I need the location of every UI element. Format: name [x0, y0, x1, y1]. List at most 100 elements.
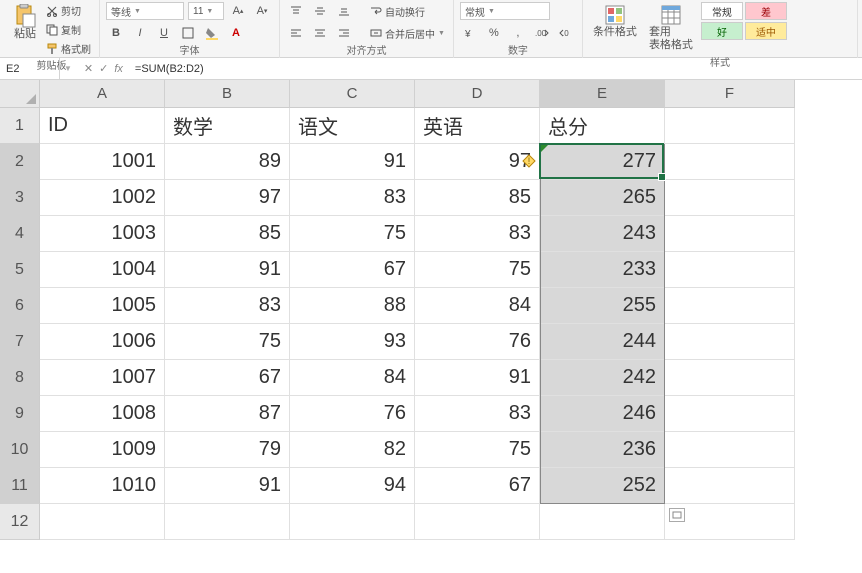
cell-E1[interactable]: 总分 [540, 108, 665, 144]
cell-D2[interactable]: 97! [415, 144, 540, 180]
column-header-D[interactable]: D [415, 80, 540, 108]
align-middle-icon[interactable] [310, 2, 330, 20]
cell-B5[interactable]: 91 [165, 252, 290, 288]
cell-F1[interactable] [665, 108, 795, 144]
font-size-combo[interactable]: 11▼ [188, 2, 224, 20]
cell-D8[interactable]: 91 [415, 360, 540, 396]
cell-C6[interactable]: 88 [290, 288, 415, 324]
cell-A11[interactable]: 1010 [40, 468, 165, 504]
underline-button[interactable]: U [154, 24, 174, 42]
cell-D6[interactable]: 84 [415, 288, 540, 324]
column-header-A[interactable]: A [40, 80, 165, 108]
formula-input[interactable]: =SUM(B2:D2) [131, 58, 862, 79]
cell-D12[interactable] [415, 504, 540, 540]
cell-style-normal[interactable]: 常规 [701, 2, 743, 20]
format-as-table-button[interactable]: 套用 表格格式 [645, 2, 697, 54]
align-center-icon[interactable] [310, 24, 330, 42]
row-header-4[interactable]: 4 [0, 216, 40, 252]
cell-F5[interactable] [665, 252, 795, 288]
column-header-E[interactable]: E [540, 80, 665, 108]
column-header-C[interactable]: C [290, 80, 415, 108]
row-header-7[interactable]: 7 [0, 324, 40, 360]
row-header-11[interactable]: 11 [0, 468, 40, 504]
cell-D9[interactable]: 83 [415, 396, 540, 432]
cell-C7[interactable]: 93 [290, 324, 415, 360]
row-header-9[interactable]: 9 [0, 396, 40, 432]
cell-E10[interactable]: 236 [540, 432, 665, 468]
cell-B7[interactable]: 75 [165, 324, 290, 360]
cell-A6[interactable]: 1005 [40, 288, 165, 324]
cell-E8[interactable]: 242 [540, 360, 665, 396]
currency-icon[interactable]: ¥ [460, 24, 480, 42]
cell-C2[interactable]: 91 [290, 144, 415, 180]
cell-C11[interactable]: 94 [290, 468, 415, 504]
cell-C9[interactable]: 76 [290, 396, 415, 432]
cell-F10[interactable] [665, 432, 795, 468]
bold-button[interactable]: B [106, 24, 126, 42]
align-right-icon[interactable] [334, 24, 354, 42]
cell-E3[interactable]: 265 [540, 180, 665, 216]
number-format-combo[interactable]: 常规▼ [460, 2, 550, 20]
cell-A4[interactable]: 1003 [40, 216, 165, 252]
cell-B1[interactable]: 数学 [165, 108, 290, 144]
row-header-10[interactable]: 10 [0, 432, 40, 468]
cell-A12[interactable] [40, 504, 165, 540]
cell-E12[interactable] [540, 504, 665, 540]
conditional-format-button[interactable]: 条件格式 [589, 2, 641, 41]
cell-E7[interactable]: 244 [540, 324, 665, 360]
fx-icon[interactable]: fx [114, 63, 123, 75]
cell-A8[interactable]: 1007 [40, 360, 165, 396]
cell-E11[interactable]: 252 [540, 468, 665, 504]
cell-A2[interactable]: 1001 [40, 144, 165, 180]
cell-D5[interactable]: 75 [415, 252, 540, 288]
cell-E4[interactable]: 243 [540, 216, 665, 252]
cell-E9[interactable]: 246 [540, 396, 665, 432]
cell-B8[interactable]: 67 [165, 360, 290, 396]
cell-style-good[interactable]: 好 [701, 22, 743, 40]
cell-D3[interactable]: 85 [415, 180, 540, 216]
cell-E6[interactable]: 255 [540, 288, 665, 324]
row-header-1[interactable]: 1 [0, 108, 40, 144]
cell-F2[interactable] [665, 144, 795, 180]
cell-F11[interactable] [665, 468, 795, 504]
row-header-8[interactable]: 8 [0, 360, 40, 396]
cell-B3[interactable]: 97 [165, 180, 290, 216]
fill-color-button[interactable] [202, 24, 222, 42]
cell-C4[interactable]: 75 [290, 216, 415, 252]
cell-B12[interactable] [165, 504, 290, 540]
row-header-12[interactable]: 12 [0, 504, 40, 540]
cell-F7[interactable] [665, 324, 795, 360]
cell-C8[interactable]: 84 [290, 360, 415, 396]
italic-button[interactable]: I [130, 24, 150, 42]
cells-area[interactable]: ID数学语文英语总分1001899197!2771002978385265100… [40, 108, 862, 573]
cell-F6[interactable] [665, 288, 795, 324]
increase-decimal-icon[interactable]: .00 [532, 24, 552, 42]
select-all-button[interactable] [0, 80, 40, 108]
cancel-formula-icon[interactable]: ✕ [84, 62, 93, 75]
name-box[interactable]: E2 [0, 58, 60, 79]
font-family-combo[interactable]: 等线▼ [106, 2, 184, 20]
cell-B2[interactable]: 89 [165, 144, 290, 180]
cell-A10[interactable]: 1009 [40, 432, 165, 468]
align-left-icon[interactable] [286, 24, 306, 42]
comma-icon[interactable]: , [508, 24, 528, 42]
font-color-button[interactable]: A [226, 24, 246, 42]
cell-F3[interactable] [665, 180, 795, 216]
cell-F8[interactable] [665, 360, 795, 396]
wrap-text-button[interactable]: 自动换行 [368, 3, 427, 20]
cell-C12[interactable] [290, 504, 415, 540]
cell-C1[interactable]: 语文 [290, 108, 415, 144]
copy-button[interactable]: 复制 [44, 21, 93, 38]
column-header-F[interactable]: F [665, 80, 795, 108]
decrease-font-icon[interactable]: A▾ [252, 2, 272, 20]
error-indicator-icon[interactable]: ! [522, 154, 536, 168]
cell-C5[interactable]: 67 [290, 252, 415, 288]
cell-B11[interactable]: 91 [165, 468, 290, 504]
cell-style-neutral[interactable]: 适中 [745, 22, 787, 40]
cell-B4[interactable]: 85 [165, 216, 290, 252]
cell-E2[interactable]: 277 [540, 144, 665, 180]
cell-D11[interactable]: 67 [415, 468, 540, 504]
cell-B6[interactable]: 83 [165, 288, 290, 324]
cell-A7[interactable]: 1006 [40, 324, 165, 360]
cell-F4[interactable] [665, 216, 795, 252]
